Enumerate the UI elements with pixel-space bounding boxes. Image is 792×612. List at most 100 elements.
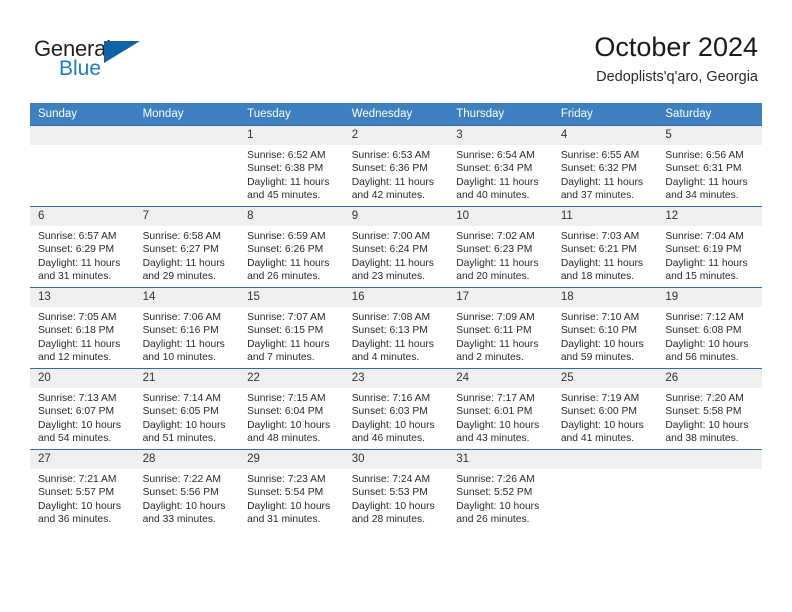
calendar-day-cell[interactable]: 30 Sunrise: 7:24 AM Sunset: 5:53 PM Dayligh… <box>343 449 449 530</box>
day-details: Sunrise: 7:08 AM Sunset: 6:13 PM Daylight:… <box>344 307 449 365</box>
day-detail-line: Sunset: 6:08 PM <box>665 325 742 337</box>
calendar-day-cell[interactable]: 11 Sunrise: 7:03 AM Sunset: 6:21 PM Dayligh… <box>552 206 658 288</box>
calendar-day-cell[interactable]: 14 Sunrise: 7:06 AM Sunset: 6:16 PM Dayligh… <box>134 287 240 369</box>
day-details: Sunrise: 7:10 AM Sunset: 6:10 PM Daylight:… <box>553 307 658 365</box>
day-detail-line: and 40 minutes. <box>456 190 530 202</box>
day-number: 20 <box>30 369 135 388</box>
calendar-day-cell-empty <box>552 449 658 530</box>
calendar-page: General Blue October 2024 Dedoplists'q'a… <box>0 0 792 612</box>
logo-text-blue: Blue <box>59 57 102 80</box>
day-detail-line: Daylight: 11 hours <box>456 176 539 188</box>
day-detail-line: Daylight: 11 hours <box>665 176 748 188</box>
day-detail-line: Sunrise: 7:24 AM <box>351 474 431 485</box>
calendar-day-cell[interactable]: 21 Sunrise: 7:14 AM Sunset: 6:05 PM Dayligh… <box>134 368 240 450</box>
day-details: Sunrise: 7:16 AM Sunset: 6:03 PM Daylight:… <box>344 388 449 446</box>
day-detail-line: and 48 minutes. <box>247 433 321 445</box>
calendar-day-cell[interactable]: 6 Sunrise: 6:57 AM Sunset: 6:29 PM Daylight… <box>30 206 135 288</box>
day-detail-line: Sunset: 6:38 PM <box>247 163 324 175</box>
calendar-day-cell[interactable]: 9 Sunrise: 7:00 AM Sunset: 6:24 PM Daylight… <box>343 206 449 288</box>
day-detail-line: Daylight: 11 hours <box>351 176 434 188</box>
day-details: Sunrise: 7:09 AM Sunset: 6:11 PM Daylight:… <box>448 307 553 365</box>
calendar-day-cell-empty <box>657 449 762 530</box>
day-detail-line: Sunrise: 6:58 AM <box>142 231 221 242</box>
calendar-day-cell[interactable]: 12 Sunrise: 7:04 AM Sunset: 6:19 PM Dayligh… <box>657 206 762 288</box>
day-detail-line: Daylight: 11 hours <box>142 338 225 350</box>
calendar-day-cell[interactable]: 25 Sunrise: 7:19 AM Sunset: 6:00 PM Dayligh… <box>552 368 658 450</box>
calendar-day-cell[interactable]: 13 Sunrise: 7:05 AM Sunset: 6:18 PM Dayligh… <box>30 287 135 369</box>
day-number: 23 <box>343 369 449 388</box>
day-detail-line: and 45 minutes. <box>247 190 321 202</box>
day-detail-line: Sunset: 6:23 PM <box>456 244 533 256</box>
calendar-day-cell[interactable]: 2 Sunrise: 6:53 AM Sunset: 6:36 PM Daylight… <box>343 125 449 207</box>
day-detail-line: Sunrise: 6:52 AM <box>247 150 326 161</box>
day-number: 30 <box>343 450 449 469</box>
day-detail-line: Sunrise: 6:55 AM <box>560 150 640 161</box>
calendar-day-cell[interactable]: 26 Sunrise: 7:20 AM Sunset: 5:58 PM Dayligh… <box>657 368 762 450</box>
calendar-day-cell[interactable]: 23 Sunrise: 7:16 AM Sunset: 6:03 PM Dayligh… <box>343 368 449 450</box>
day-details: Sunrise: 6:56 AM Sunset: 6:31 PM Daylight:… <box>657 145 762 203</box>
day-detail-line: Sunset: 6:16 PM <box>142 325 219 337</box>
day-detail-line: Sunset: 5:56 PM <box>142 487 219 499</box>
day-number: 26 <box>657 369 762 388</box>
day-detail-line: and 7 minutes. <box>247 352 315 364</box>
day-detail-line: Daylight: 10 hours <box>560 338 644 350</box>
calendar-day-cell[interactable]: 28 Sunrise: 7:22 AM Sunset: 5:56 PM Dayligh… <box>134 449 240 530</box>
calendar-day-cell[interactable]: 3 Sunrise: 6:54 AM Sunset: 6:34 PM Daylight… <box>448 125 553 207</box>
day-detail-line: Daylight: 11 hours <box>351 257 434 269</box>
weekday-header-wednesday: Wednesday <box>343 103 449 126</box>
calendar-day-cell[interactable]: 22 Sunrise: 7:15 AM Sunset: 6:04 PM Dayligh… <box>239 368 344 450</box>
day-detail-line: Sunrise: 7:16 AM <box>351 393 431 404</box>
weekday-header-thursday: Thursday <box>448 103 553 126</box>
calendar-day-cell[interactable]: 8 Sunrise: 6:59 AM Sunset: 6:26 PM Daylight… <box>239 206 344 288</box>
day-number <box>134 126 240 145</box>
day-detail-line: and 34 minutes. <box>665 190 739 202</box>
calendar-day-cell[interactable]: 7 Sunrise: 6:58 AM Sunset: 6:27 PM Daylight… <box>134 206 240 288</box>
day-detail-line: Sunrise: 7:03 AM <box>560 231 640 242</box>
day-detail-line: Daylight: 10 hours <box>456 419 540 431</box>
calendar-week-row: 20 Sunrise: 7:13 AM Sunset: 6:07 PM Dayligh… <box>30 368 762 450</box>
day-detail-line: Daylight: 11 hours <box>560 257 644 269</box>
page-header: General Blue October 2024 Dedoplists'q'a… <box>0 0 792 100</box>
calendar-day-cell[interactable]: 19 Sunrise: 7:12 AM Sunset: 6:08 PM Dayligh… <box>657 287 762 369</box>
day-detail-line: Sunrise: 7:10 AM <box>560 312 640 323</box>
day-details: Sunrise: 6:54 AM Sunset: 6:34 PM Daylight:… <box>448 145 553 203</box>
calendar-day-cell[interactable]: 17 Sunrise: 7:09 AM Sunset: 6:11 PM Dayligh… <box>448 287 553 369</box>
calendar-day-cell[interactable]: 31 Sunrise: 7:26 AM Sunset: 5:52 PM Dayligh… <box>448 449 553 530</box>
calendar-day-cell[interactable]: 16 Sunrise: 7:08 AM Sunset: 6:13 PM Dayligh… <box>343 287 449 369</box>
day-detail-line: and 23 minutes. <box>351 271 425 283</box>
title-block: October 2024 Dedoplists'q'aro, Georgia <box>594 30 758 88</box>
weekday-header-tuesday: Tuesday <box>239 103 344 126</box>
day-detail-line: Sunset: 6:29 PM <box>38 244 115 256</box>
day-detail-line: Daylight: 11 hours <box>351 338 434 350</box>
day-detail-line: Sunset: 5:57 PM <box>38 487 115 499</box>
day-detail-line: and 31 minutes. <box>247 514 321 526</box>
calendar-day-cell[interactable]: 27 Sunrise: 7:21 AM Sunset: 5:57 PM Dayligh… <box>30 449 135 530</box>
day-details: Sunrise: 7:07 AM Sunset: 6:15 PM Daylight:… <box>239 307 344 365</box>
calendar-day-cell[interactable]: 4 Sunrise: 6:55 AM Sunset: 6:32 PM Daylight… <box>552 125 658 207</box>
day-number: 31 <box>448 450 553 469</box>
day-detail-line: and 37 minutes. <box>560 190 635 202</box>
calendar-week-row: 6 Sunrise: 6:57 AM Sunset: 6:29 PM Daylight… <box>30 206 762 288</box>
page-title: October 2024 <box>594 32 758 62</box>
day-number: 12 <box>657 207 762 226</box>
day-detail-line: Sunset: 6:04 PM <box>247 406 324 418</box>
calendar-day-cell[interactable]: 15 Sunrise: 7:07 AM Sunset: 6:15 PM Dayligh… <box>239 287 344 369</box>
day-detail-line: Daylight: 11 hours <box>142 257 225 269</box>
calendar-day-cell[interactable]: 18 Sunrise: 7:10 AM Sunset: 6:10 PM Dayligh… <box>552 287 658 369</box>
day-detail-line: and 54 minutes. <box>38 433 112 445</box>
day-detail-line: Sunrise: 7:09 AM <box>456 312 535 323</box>
general-blue-logo[interactable]: General Blue <box>34 36 152 82</box>
day-details: Sunrise: 7:00 AM Sunset: 6:24 PM Daylight:… <box>344 226 449 284</box>
day-detail-line: Sunrise: 7:12 AM <box>665 312 744 323</box>
day-number: 11 <box>552 207 658 226</box>
calendar-day-cell[interactable]: 1 Sunrise: 6:52 AM Sunset: 6:38 PM Daylight… <box>239 125 344 207</box>
calendar-day-cell[interactable]: 10 Sunrise: 7:02 AM Sunset: 6:23 PM Dayligh… <box>448 206 553 288</box>
calendar-day-cell[interactable]: 24 Sunrise: 7:17 AM Sunset: 6:01 PM Dayligh… <box>448 368 553 450</box>
calendar-day-cell[interactable]: 20 Sunrise: 7:13 AM Sunset: 6:07 PM Dayligh… <box>30 368 135 450</box>
calendar-day-cell[interactable]: 29 Sunrise: 7:23 AM Sunset: 5:54 PM Dayligh… <box>239 449 344 530</box>
day-detail-line: Daylight: 11 hours <box>560 176 644 188</box>
calendar-day-cell[interactable]: 5 Sunrise: 6:56 AM Sunset: 6:31 PM Daylight… <box>657 125 762 207</box>
day-detail-line: Sunrise: 6:56 AM <box>665 150 744 161</box>
day-detail-line: and 56 minutes. <box>665 352 739 364</box>
day-detail-line: Daylight: 11 hours <box>38 338 121 350</box>
